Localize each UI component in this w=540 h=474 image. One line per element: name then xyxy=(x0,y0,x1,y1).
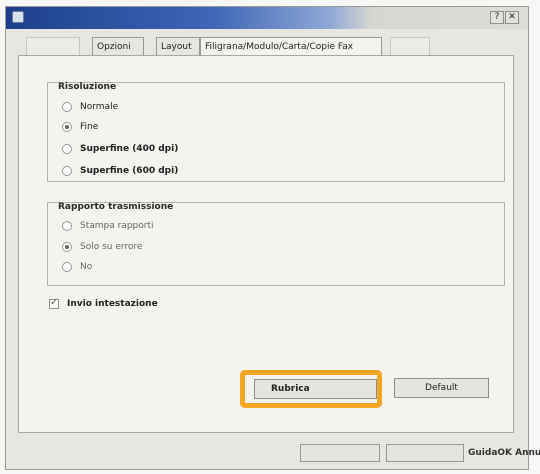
cancel-button[interactable] xyxy=(386,444,464,462)
radio-icon[interactable] xyxy=(62,166,72,176)
report-option-no[interactable]: No xyxy=(62,260,92,274)
radio-icon[interactable] xyxy=(62,144,72,154)
resolution-title: Risoluzione xyxy=(58,82,117,92)
option-label: Superfine (400 dpi) xyxy=(80,144,179,154)
app-icon xyxy=(12,11,24,23)
tab-opzioni[interactable]: Opzioni xyxy=(92,37,144,57)
close-button[interactable]: ✕ xyxy=(505,11,519,24)
option-label: Normale xyxy=(80,102,119,112)
resolution-option-normale[interactable]: Normale xyxy=(62,100,118,114)
resolution-group: Risoluzione Normale Fine Superfine (400 … xyxy=(47,82,505,182)
brand-text: GuidaOK Annulla xyxy=(468,448,540,458)
option-label: Solo su errore xyxy=(80,242,143,252)
option-label: Superfine (600 dpi) xyxy=(80,166,179,176)
report-title: Rapporto trasmissione xyxy=(58,202,174,212)
tab-hidden-left[interactable] xyxy=(26,37,80,57)
dialog-footer: GuidaOK Annulla xyxy=(0,440,540,470)
option-label: Fine xyxy=(80,122,99,132)
ok-button[interactable] xyxy=(300,444,380,462)
option-label: No xyxy=(80,262,93,272)
option-label: Stampa rapporti xyxy=(80,221,154,231)
report-group: Rapporto trasmissione Stampa rapporti So… xyxy=(47,202,505,286)
radio-icon[interactable] xyxy=(62,242,72,252)
radio-icon[interactable] xyxy=(62,102,72,112)
report-option-errore[interactable]: Solo su errore xyxy=(62,240,142,254)
tab-filigrana[interactable]: Filigrana/Modulo/Carta/Copie Fax xyxy=(200,37,382,57)
title-bar[interactable]: ? ✕ xyxy=(6,7,528,29)
checkbox-icon[interactable] xyxy=(49,297,59,309)
header-checkbox-row[interactable]: Invio intestazione xyxy=(49,297,158,309)
tab-hidden-right[interactable] xyxy=(390,37,430,57)
report-option-stampa[interactable]: Stampa rapporti xyxy=(62,219,154,233)
tab-layout[interactable]: Layout xyxy=(156,37,200,57)
resolution-option-fine[interactable]: Fine xyxy=(62,120,98,134)
tab-strip: Opzioni Layout Filigrana/Modulo/Carta/Co… xyxy=(26,37,446,57)
help-button[interactable]: ? xyxy=(490,11,504,24)
radio-icon[interactable] xyxy=(62,262,72,272)
resolution-option-superfine-600[interactable]: Superfine (600 dpi) xyxy=(62,164,178,178)
header-checkbox-label: Invio intestazione xyxy=(67,299,158,309)
default-button[interactable]: Default xyxy=(394,378,489,398)
resolution-option-superfine-400[interactable]: Superfine (400 dpi) xyxy=(62,142,178,156)
rubrica-button[interactable]: Rubrica xyxy=(254,379,377,399)
radio-icon[interactable] xyxy=(62,221,72,231)
radio-icon[interactable] xyxy=(62,122,72,132)
